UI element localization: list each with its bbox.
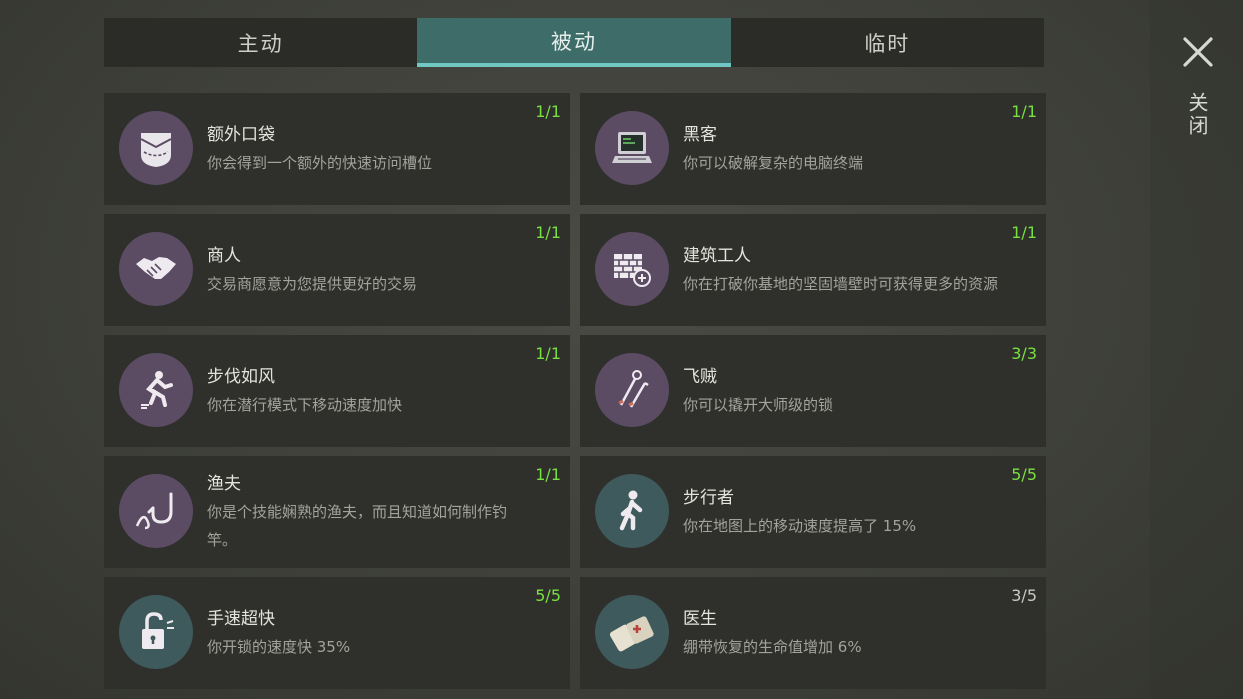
perk-text: 手速超快你开锁的速度快 35% [207,577,530,689]
perk-text: 黑客你可以破解复杂的电脑终端 [683,93,1006,205]
perk-title: 手速超快 [207,609,275,629]
perk-text: 渔夫你是个技能娴熟的渔夫，而且知道如何制作钓竿。 [207,456,530,568]
perk-title: 医生 [683,609,717,629]
perk-card[interactable]: 额外口袋你会得到一个额外的快速访问槽位 1/1 [104,93,570,205]
perk-text: 飞贼你可以撬开大师级的锁 [683,335,1006,447]
perk-description: 你开锁的速度快 35% [207,638,351,656]
perk-card[interactable]: 渔夫你是个技能娴熟的渔夫，而且知道如何制作钓竿。 1/1 [104,456,570,568]
perk-grid: 额外口袋 你会得到一个额外的快速访问槽位 1/1 黑客 你可以破解复杂的电脑终端 1/1 商… [104,93,1046,689]
tab-passive-skills[interactable]: 被动 [417,18,731,67]
perk-title: 额外口袋 [207,125,275,145]
perk-text: 医生绷带恢复的生命值增加 6% [683,577,1006,689]
perk-title: 建筑工人 [683,246,751,266]
close-button[interactable]: 关闭 [1184,92,1212,138]
lockpick-icon [595,353,669,427]
perk-description: 绷带恢复的生命值增加 6% [683,638,862,656]
computer-icon [595,111,669,185]
perk-level-count: 3/5 [1011,586,1037,605]
perk-title: 飞贼 [683,367,717,387]
perk-description: 你可以撬开大师级的锁 [683,396,834,414]
fishhook-icon [119,474,193,548]
perk-card[interactable]: 步行者你在地图上的移动速度提高了 15% 5/5 [580,456,1046,568]
tab-bar: 主动 被动 临时 [104,18,1044,67]
perk-title: 渔夫 [207,474,241,494]
perk-description: 交易商愿意为您提供更好的交易 [207,275,418,293]
perk-text: 额外口袋你会得到一个额外的快速访问槽位 [207,93,530,205]
perk-title: 步伐如风 [207,367,275,387]
perk-description: 你在地图上的移动速度提高了 15% [683,517,917,535]
tab-temporary-skills[interactable]: 临时 [731,18,1044,67]
perk-level-count: 1/1 [1011,102,1037,121]
perk-title: 步行者 [683,488,734,508]
perk-text: 建筑工人你在打破你基地的坚固墙壁时可获得更多的资源 [683,214,1006,326]
perk-level-count: 1/1 [535,344,561,363]
perk-card[interactable]: 飞贼你可以撬开大师级的锁 3/3 [580,335,1046,447]
perk-level-count: 1/1 [535,102,561,121]
close-icon[interactable] [1182,36,1214,68]
perk-text: 商人交易商愿意为您提供更好的交易 [207,214,530,326]
bandage-icon [595,595,669,669]
tab-active-skills[interactable]: 主动 [104,18,417,67]
perk-level-count: 1/1 [1011,223,1037,242]
brick-wall-icon [595,232,669,306]
perk-card[interactable]: 建筑工人你在打破你基地的坚固墙壁时可获得更多的资源 1/1 [580,214,1046,326]
perk-level-count: 1/1 [535,465,561,484]
perk-text: 步伐如风你在潜行模式下移动速度加快 [207,335,530,447]
perk-description: 你是个技能娴熟的渔夫，而且知道如何制作钓竿。 [207,503,508,549]
perk-description: 你会得到一个额外的快速访问槽位 [207,154,433,172]
perk-description: 你可以破解复杂的电脑终端 [683,154,864,172]
unlock-icon [119,595,193,669]
perk-card[interactable]: 商人交易商愿意为您提供更好的交易 1/1 [104,214,570,326]
handshake-icon [119,232,193,306]
pocket-icon [119,111,193,185]
perk-level-count: 1/1 [535,223,561,242]
perk-level-count: 5/5 [535,586,561,605]
perk-level-count: 5/5 [1011,465,1037,484]
perk-card[interactable]: 手速超快你开锁的速度快 35% 5/5 [104,577,570,689]
perk-description: 你在潜行模式下移动速度加快 [207,396,403,414]
perk-card[interactable]: 黑客你可以破解复杂的电脑终端 1/1 [580,93,1046,205]
perk-title: 黑客 [683,125,717,145]
walker-icon [595,474,669,548]
perk-text: 步行者你在地图上的移动速度提高了 15% [683,456,1006,568]
perk-description: 你在打破你基地的坚固墙壁时可获得更多的资源 [683,275,999,293]
perk-title: 商人 [207,246,241,266]
sneak-icon [119,353,193,427]
perk-level-count: 3/3 [1011,344,1037,363]
perk-card[interactable]: 医生绷带恢复的生命值增加 6% 3/5 [580,577,1046,689]
perk-card[interactable]: 步伐如风你在潜行模式下移动速度加快 1/1 [104,335,570,447]
